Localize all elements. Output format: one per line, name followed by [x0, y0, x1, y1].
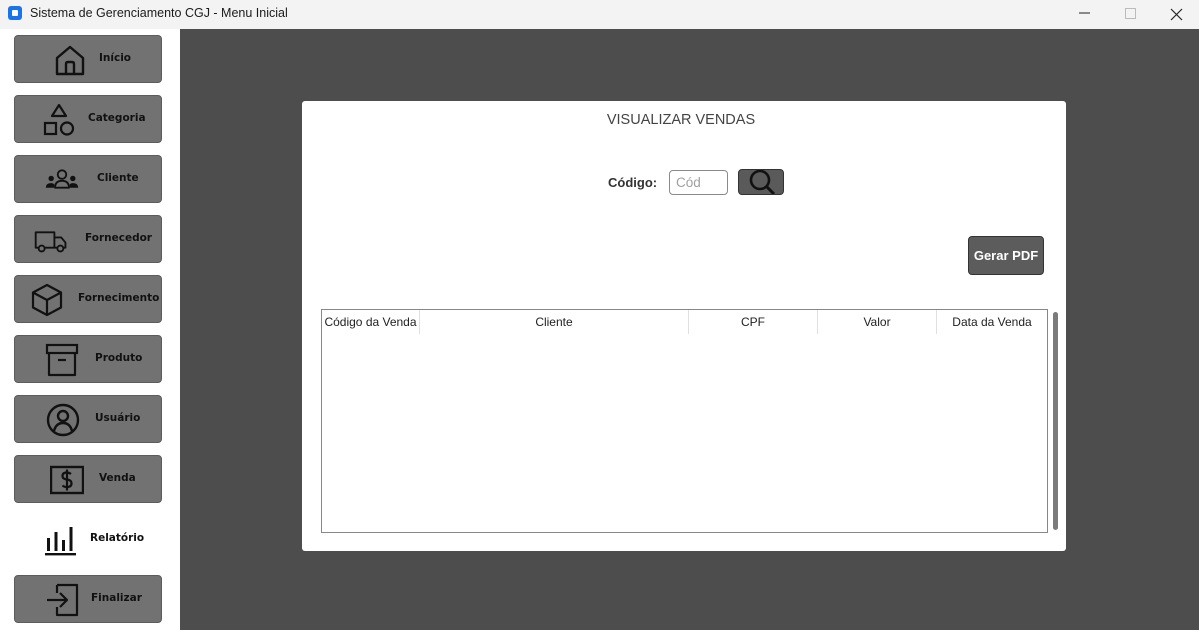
sidebar-item-finalizar[interactable]: Finalizar	[14, 575, 162, 623]
shapes-icon	[43, 103, 75, 136]
logout-icon	[47, 583, 79, 617]
sidebar-item-inicio[interactable]: Início	[14, 35, 162, 83]
box-icon	[31, 283, 63, 317]
column-header-cliente[interactable]: Cliente	[420, 310, 689, 334]
code-input[interactable]	[669, 170, 728, 195]
sidebar-item-produto[interactable]: Produto	[14, 335, 162, 383]
column-header-cpf[interactable]: CPF	[689, 310, 818, 334]
sidebar-item-usuario[interactable]: Usuário	[14, 395, 162, 443]
page-title: VISUALIZAR VENDAS	[606, 112, 756, 128]
window-title: Sistema de Gerenciamento CGJ - Menu Inic…	[30, 6, 288, 20]
code-label: Código:	[608, 175, 658, 190]
sidebar-item-venda[interactable]: Venda	[14, 455, 162, 503]
sidebar-item-label: Categoria	[88, 112, 146, 124]
column-header-data[interactable]: Data da Venda	[937, 310, 1047, 334]
sidebar-item-categoria[interactable]: Categoria	[14, 95, 162, 143]
app-icon	[8, 6, 22, 20]
sidebar-item-label: Produto	[95, 352, 143, 364]
minimize-icon	[1079, 12, 1090, 14]
maximize-icon	[1125, 8, 1136, 19]
sidebar-item-label: Relatório	[90, 532, 145, 544]
sidebar-item-relatorio[interactable]: Relatório	[14, 515, 162, 563]
sidebar-item-fornecedor[interactable]: Fornecedor	[14, 215, 162, 263]
generate-pdf-button[interactable]: Gerar PDF	[968, 236, 1044, 275]
column-header-codigo[interactable]: Código da Venda	[322, 310, 420, 334]
dollar-icon	[50, 465, 84, 495]
main-area: VISUALIZAR VENDAS Código: Gerar PDF Códi…	[180, 29, 1199, 630]
sidebar-item-label: Fornecimento	[78, 292, 160, 304]
column-header-valor[interactable]: Valor	[818, 310, 937, 334]
home-icon	[55, 45, 85, 76]
sidebar-item-label: Venda	[99, 472, 136, 484]
truck-icon	[34, 231, 67, 253]
archive-icon	[45, 343, 79, 377]
maximize-button[interactable]	[1108, 0, 1154, 28]
minimize-button[interactable]	[1062, 0, 1108, 28]
search-icon	[749, 170, 776, 194]
sidebar-item-label: Início	[99, 52, 132, 64]
sidebar-item-label: Fornecedor	[85, 232, 152, 244]
table-header: Código da Venda Cliente CPF Valor Data d…	[322, 310, 1047, 334]
sidebar-item-cliente[interactable]: Cliente	[14, 155, 162, 203]
sales-panel: VISUALIZAR VENDAS Código: Gerar PDF Códi…	[302, 101, 1066, 551]
sidebar-item-label: Usuário	[95, 412, 141, 424]
user-circle-icon	[46, 403, 80, 437]
close-button[interactable]	[1153, 0, 1199, 28]
table-scrollbar[interactable]	[1053, 312, 1058, 530]
sidebar-item-label: Finalizar	[91, 592, 142, 604]
bar-chart-icon	[45, 527, 76, 556]
sales-table: Código da Venda Cliente CPF Valor Data d…	[321, 309, 1048, 533]
close-icon	[1170, 8, 1183, 21]
sidebar-item-label: Cliente	[97, 172, 139, 184]
title-bar: Sistema de Gerenciamento CGJ - Menu Inic…	[0, 0, 1199, 28]
users-icon	[45, 169, 79, 189]
sidebar: Início Categoria Cliente Fornecedor Forn…	[0, 29, 180, 630]
search-button[interactable]	[738, 169, 784, 195]
sidebar-item-fornecimento[interactable]: Fornecimento	[14, 275, 162, 323]
